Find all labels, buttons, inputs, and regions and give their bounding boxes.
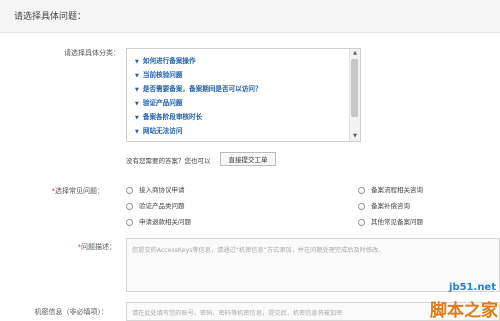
page-header: 请选择具体问题： <box>0 0 500 33</box>
description-label: *问题描述： <box>77 243 117 251</box>
description-textarea[interactable]: 您提交的AccessKeys等信息，请通过“机密信息”方式添加，并在问题处理完成… <box>126 238 500 292</box>
radio-option[interactable]: 其他常见备案问题 <box>358 217 423 227</box>
category-item[interactable]: ▼ 备案各阶段审核时长 <box>135 111 202 121</box>
watermark-name: 脚本之家 <box>430 301 498 321</box>
radio-icon <box>358 186 365 194</box>
common-issue-label: *选择常见问题： <box>51 187 105 195</box>
category-list: ▼ 如何进行备案操作 ▼ 当前核验问题 ▼ 是否需要备案，备案期间是否可以访问？ ▼ 验… <box>127 49 348 141</box>
category-scrollbar[interactable]: ▲ ▼ <box>349 49 360 141</box>
no-answer-text: 没有您需要的答案？您也可以 <box>126 157 211 165</box>
category-item[interactable]: ▼ 网站无法访问 <box>135 125 182 135</box>
arrow-icon: ▼ <box>135 129 139 135</box>
category-item[interactable]: ▼ 当前核验问题 <box>135 69 182 79</box>
arrow-icon: ▼ <box>135 101 139 107</box>
radio-option[interactable]: 申请退款相关问题 <box>126 217 191 227</box>
arrow-icon: ▼ <box>135 87 139 93</box>
category-item[interactable]: ▼ 如何进行备案操作 <box>135 55 196 65</box>
scroll-up-icon[interactable]: ▲ <box>350 49 360 58</box>
radio-option[interactable]: 验证产品类问题 <box>126 201 185 211</box>
scroll-down-icon[interactable]: ▼ <box>350 132 360 141</box>
arrow-icon: ▼ <box>135 73 139 79</box>
category-listbox[interactable]: ▼ 如何进行备案操作 ▼ 当前核验问题 ▼ 是否需要备案，备案期间是否可以访问？ ▼ 验… <box>126 48 361 142</box>
confidential-label: 机密信息（非必填项）： <box>34 308 109 316</box>
arrow-icon: ▼ <box>135 115 139 121</box>
radio-icon <box>358 202 365 210</box>
radio-icon <box>126 186 133 194</box>
category-label: 请选择具体分类： <box>64 49 120 57</box>
radio-icon <box>358 218 365 226</box>
description-placeholder: 您提交的AccessKeys等信息，请通过“机密信息”方式添加，并在问题处理完成… <box>132 247 385 254</box>
page-title: 请选择具体问题： <box>14 12 87 22</box>
watermark-site: jb51.net <box>449 282 496 293</box>
radio-option[interactable]: 备案流程相关咨询 <box>358 185 423 195</box>
confidential-placeholder: 请在此处填写您的账号、密码、密码等机密信息，提交后，机密信息将被加密 <box>132 310 343 317</box>
scroll-thumb[interactable] <box>351 59 358 117</box>
category-item[interactable]: ▼ 是否需要备案，备案期间是否可以访问？ <box>135 83 262 93</box>
radio-option[interactable]: 备案补偿咨询 <box>358 201 410 211</box>
radio-icon <box>126 202 133 210</box>
arrow-icon: ▼ <box>135 59 139 65</box>
radio-icon <box>126 218 133 226</box>
category-item[interactable]: ▼ 验证产品问题 <box>135 97 182 107</box>
radio-option[interactable]: 接入商协议申请 <box>126 185 185 195</box>
submit-ticket-button[interactable]: 直接提交工单 <box>220 152 276 166</box>
